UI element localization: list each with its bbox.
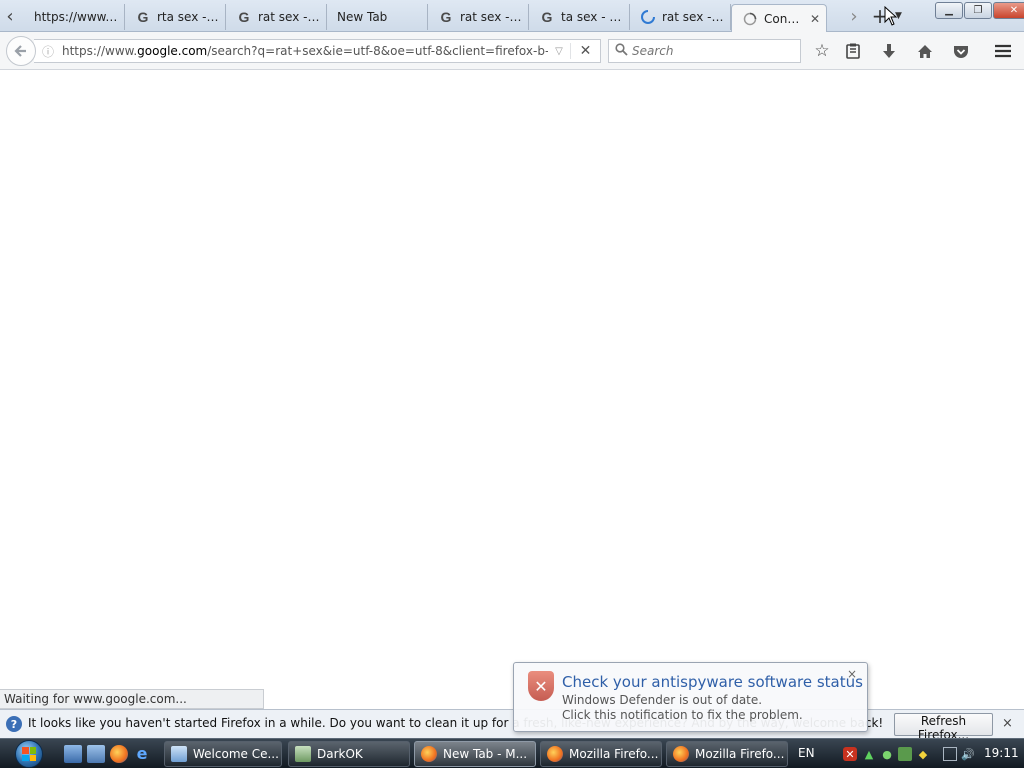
- close-tab-icon[interactable]: ✕: [810, 12, 820, 26]
- url-host: google.com: [137, 44, 208, 58]
- window-icon: [295, 746, 311, 762]
- close-window-button[interactable]: ✕: [993, 2, 1024, 19]
- start-button[interactable]: [8, 739, 50, 768]
- tab-label: rat sex - ...: [460, 10, 522, 24]
- window-controls: ▁ ❐ ✕: [934, 2, 1024, 19]
- taskbar-button[interactable]: Mozilla Firefo...: [540, 741, 662, 767]
- tab[interactable]: G ta sex - G...: [529, 4, 630, 30]
- stop-loading-icon[interactable]: ✕: [570, 43, 600, 59]
- tab-list: https://www.... G rta sex - ... G rat se…: [24, 4, 827, 32]
- tab[interactable]: G rat sex - ...: [226, 4, 327, 30]
- google-icon: G: [238, 9, 250, 25]
- taskbar-button[interactable]: Mozilla Firefo...: [666, 741, 788, 767]
- taskbar-button-label: New Tab - M...: [443, 747, 528, 761]
- tab-label: rta sex - ...: [157, 10, 219, 24]
- tab-label: rat sex - ...: [258, 10, 320, 24]
- internet-explorer-icon[interactable]: e: [133, 745, 151, 763]
- taskbar-button-label: Mozilla Firefo...: [695, 747, 785, 761]
- clock[interactable]: 19:11: [984, 746, 1019, 760]
- balloon-close-icon[interactable]: ×: [847, 667, 857, 681]
- back-arrow-icon: [14, 45, 26, 57]
- restore-button[interactable]: ❐: [964, 2, 992, 19]
- url-prefix: https://www.: [62, 44, 138, 58]
- url-path: /search?q=rat+sex&ie=utf-8&oe=utf-8&clie…: [207, 44, 548, 58]
- tab[interactable]: rat sex - ...: [630, 4, 731, 30]
- network-icon[interactable]: ▲: [862, 747, 876, 761]
- tab-strip: ‹ https://www.... G rta sex - ... G rat …: [0, 0, 1024, 32]
- google-icon: G: [440, 9, 452, 25]
- status-panel: Waiting for www.google.com...: [0, 689, 264, 709]
- taskbar-button-label: Welcome Ce...: [193, 747, 279, 761]
- tab-label: rat sex - ...: [662, 10, 724, 24]
- refresh-firefox-button[interactable]: Refresh Firefox...: [894, 713, 993, 742]
- page-content: [0, 71, 1024, 689]
- show-desktop-icon[interactable]: [64, 745, 82, 763]
- google-icon: G: [541, 9, 553, 25]
- firefox-icon: [421, 746, 437, 762]
- tab-scroll-right-button[interactable]: ›: [844, 3, 864, 29]
- question-icon: ?: [6, 716, 22, 732]
- defender-warning-icon[interactable]: ✕: [843, 747, 857, 761]
- navigation-toolbar: ⓘ https://www.google.com/search?q=rat+se…: [0, 32, 1024, 70]
- tab[interactable]: G rat sex - ...: [428, 4, 529, 30]
- tab[interactable]: https://www....: [24, 4, 125, 30]
- menu-hamburger-icon[interactable]: [992, 40, 1014, 62]
- security-shield-icon: ✕: [528, 671, 554, 701]
- security-tray-icon[interactable]: ◆: [916, 747, 930, 761]
- tab-label: https://www....: [34, 10, 118, 24]
- balloon-body: Windows Defender is out of date. Click t…: [562, 693, 803, 723]
- tab-label: ta sex - G...: [561, 10, 623, 24]
- display-icon[interactable]: [943, 747, 957, 761]
- back-button[interactable]: [6, 36, 36, 66]
- tab-label: New Tab: [337, 10, 388, 24]
- tab[interactable]: New Tab: [327, 4, 428, 30]
- balloon-line: Windows Defender is out of date.: [562, 693, 763, 707]
- language-indicator[interactable]: EN: [798, 746, 815, 760]
- app-tray-icon[interactable]: [898, 747, 912, 761]
- taskbar: e Welcome Ce... DarkOK New Tab - M... Mo…: [0, 738, 1024, 768]
- loading-icon: [742, 11, 758, 27]
- url-bar[interactable]: ⓘ https://www.google.com/search?q=rat+se…: [34, 39, 601, 63]
- firefox-icon: [673, 746, 689, 762]
- minimize-button[interactable]: ▁: [935, 2, 963, 19]
- firefox-icon: [547, 746, 563, 762]
- user-icon[interactable]: ●: [880, 747, 894, 761]
- home-icon[interactable]: [914, 40, 936, 62]
- tab-label: Conn...: [764, 11, 806, 26]
- bookmark-star-icon[interactable]: ☆: [811, 40, 833, 62]
- volume-icon[interactable]: 🔊: [961, 747, 975, 761]
- search-bar[interactable]: [608, 39, 801, 63]
- taskbar-button-active[interactable]: New Tab - M...: [414, 741, 536, 767]
- tab-selected[interactable]: Conn... ✕: [731, 4, 827, 32]
- notification-close-icon[interactable]: ×: [1002, 716, 1013, 731]
- balloon-line: Click this notification to fix the probl…: [562, 708, 803, 722]
- taskbar-button-label: Mozilla Firefo...: [569, 747, 659, 761]
- welcome-center-icon: [171, 746, 187, 762]
- firefox-quicklaunch-icon[interactable]: [110, 745, 128, 763]
- taskbar-button-label: DarkOK: [317, 747, 363, 761]
- search-icon: [615, 42, 628, 60]
- tab[interactable]: G rta sex - ...: [125, 4, 226, 30]
- notification-bar: ? It looks like you haven't started Fire…: [0, 709, 1024, 742]
- taskbar-button[interactable]: DarkOK: [288, 741, 410, 767]
- search-input[interactable]: [632, 44, 792, 58]
- loading-spinner-icon: [640, 9, 656, 25]
- switch-windows-icon[interactable]: [87, 745, 105, 763]
- tab-scroll-left-button[interactable]: ‹: [0, 3, 20, 29]
- bookmarks-menu-icon[interactable]: [842, 40, 864, 62]
- windows-logo-icon: [15, 740, 43, 768]
- url-text[interactable]: https://www.google.com/search?q=rat+sex&…: [62, 44, 548, 58]
- pocket-icon[interactable]: [950, 40, 972, 62]
- downloads-icon[interactable]: [878, 40, 900, 62]
- url-history-dropdown-icon[interactable]: ▽: [548, 46, 570, 57]
- info-icon[interactable]: ⓘ: [34, 43, 62, 60]
- balloon-title: Check your antispyware software status: [562, 673, 863, 691]
- taskbar-button[interactable]: Welcome Ce...: [164, 741, 282, 767]
- antispyware-balloon[interactable]: ✕ Check your antispyware software status…: [513, 662, 868, 732]
- mouse-cursor-icon: [884, 6, 898, 26]
- google-icon: G: [137, 9, 149, 25]
